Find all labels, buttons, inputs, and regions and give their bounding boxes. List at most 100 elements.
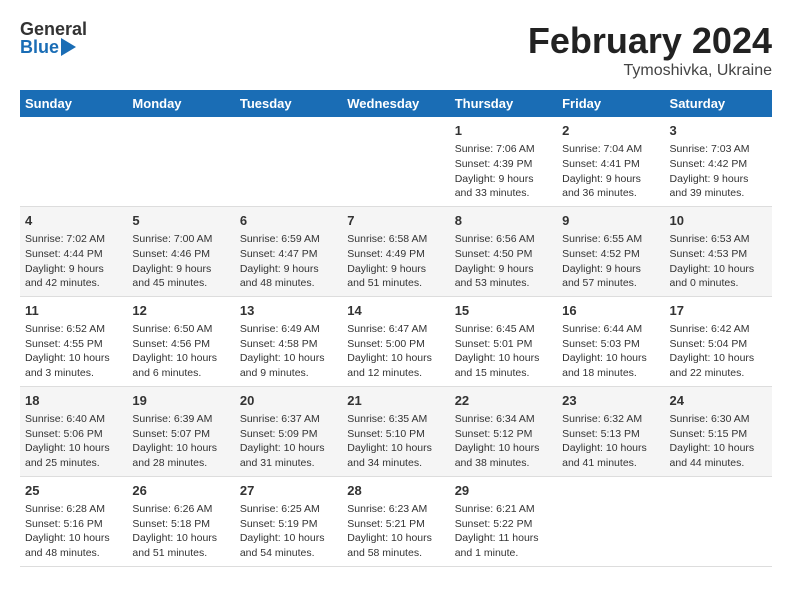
calendar-cell: 2 Sunrise: 7:04 AMSunset: 4:41 PMDaylight… — [557, 117, 664, 206]
calendar-table: SundayMondayTuesdayWednesdayThursdayFrid… — [20, 90, 772, 567]
day-number: 24 — [670, 392, 767, 410]
calendar-cell: 18 Sunrise: 6:40 AMSunset: 5:06 PMDayligh… — [20, 386, 127, 476]
day-number: 14 — [347, 302, 444, 320]
calendar-title: February 2024 — [528, 20, 772, 62]
day-info: Sunrise: 6:35 AMSunset: 5:10 PMDaylight:… — [347, 412, 444, 471]
day-info: Sunrise: 6:32 AMSunset: 5:13 PMDaylight:… — [562, 412, 659, 471]
day-number: 12 — [132, 302, 229, 320]
calendar-cell: 23Sunrise: 6:32 AMSunset: 5:13 PMDayligh… — [557, 386, 664, 476]
week-row-1: 4 Sunrise: 7:02 AMSunset: 4:44 PMDaylight… — [20, 206, 772, 296]
day-info: Sunrise: 6:25 AMSunset: 5:19 PMDaylight:… — [240, 502, 337, 561]
calendar-cell: 12Sunrise: 6:50 AMSunset: 4:56 PMDayligh… — [127, 296, 234, 386]
calendar-cell — [342, 117, 449, 206]
day-info: Sunrise: 7:03 AMSunset: 4:42 PMDaylight:… — [670, 142, 767, 201]
day-number: 17 — [670, 302, 767, 320]
logo-blue-text: Blue — [20, 38, 59, 56]
logo-general-text: General — [20, 20, 87, 38]
day-info: Sunrise: 6:28 AMSunset: 5:16 PMDaylight:… — [25, 502, 122, 561]
day-info: Sunrise: 6:52 AMSunset: 4:55 PMDaylight:… — [25, 322, 122, 381]
header-wednesday: Wednesday — [342, 90, 449, 117]
calendar-cell: 9Sunrise: 6:55 AMSunset: 4:52 PMDaylight… — [557, 206, 664, 296]
day-info: Sunrise: 6:59 AMSunset: 4:47 PMDaylight:… — [240, 232, 337, 291]
day-number: 2 — [562, 122, 659, 140]
day-info: Sunrise: 6:39 AMSunset: 5:07 PMDaylight:… — [132, 412, 229, 471]
day-info: Sunrise: 7:04 AMSunset: 4:41 PMDaylight:… — [562, 142, 659, 201]
calendar-cell: 21 Sunrise: 6:35 AMSunset: 5:10 PMDayligh… — [342, 386, 449, 476]
calendar-cell: 10 Sunrise: 6:53 AMSunset: 4:53 PMDayligh… — [665, 206, 772, 296]
day-number: 27 — [240, 482, 337, 500]
day-info: Sunrise: 6:47 AMSunset: 5:00 PMDaylight:… — [347, 322, 444, 381]
day-info: Sunrise: 6:49 AMSunset: 4:58 PMDaylight:… — [240, 322, 337, 381]
calendar-cell: 13 Sunrise: 6:49 AMSunset: 4:58 PMDayligh… — [235, 296, 342, 386]
day-number: 22 — [455, 392, 552, 410]
day-number: 15 — [455, 302, 552, 320]
day-info: Sunrise: 6:40 AMSunset: 5:06 PMDaylight:… — [25, 412, 122, 471]
calendar-cell — [127, 117, 234, 206]
calendar-cell: 3 Sunrise: 7:03 AMSunset: 4:42 PMDaylight… — [665, 117, 772, 206]
day-number: 13 — [240, 302, 337, 320]
calendar-cell: 16Sunrise: 6:44 AMSunset: 5:03 PMDayligh… — [557, 296, 664, 386]
calendar-cell: 25 Sunrise: 6:28 AMSunset: 5:16 PMDayligh… — [20, 476, 127, 566]
calendar-cell: 1 Sunrise: 7:06 AMSunset: 4:39 PMDaylight… — [450, 117, 557, 206]
header-friday: Friday — [557, 90, 664, 117]
calendar-cell: 5 Sunrise: 7:00 AMSunset: 4:46 PMDaylight… — [127, 206, 234, 296]
week-row-2: 11 Sunrise: 6:52 AMSunset: 4:55 PMDayligh… — [20, 296, 772, 386]
header-saturday: Saturday — [665, 90, 772, 117]
calendar-cell: 27 Sunrise: 6:25 AMSunset: 5:19 PMDayligh… — [235, 476, 342, 566]
title-block: February 2024 Tymoshivka, Ukraine — [528, 20, 772, 80]
header-sunday: Sunday — [20, 90, 127, 117]
calendar-cell: 8Sunrise: 6:56 AMSunset: 4:50 PMDaylight… — [450, 206, 557, 296]
calendar-cell — [665, 476, 772, 566]
calendar-cell: 26 Sunrise: 6:26 AMSunset: 5:18 PMDayligh… — [127, 476, 234, 566]
calendar-cell: 19 Sunrise: 6:39 AMSunset: 5:07 PMDayligh… — [127, 386, 234, 476]
calendar-cell: 14 Sunrise: 6:47 AMSunset: 5:00 PMDayligh… — [342, 296, 449, 386]
day-number: 7 — [347, 212, 444, 230]
day-info: Sunrise: 6:21 AMSunset: 5:22 PMDaylight:… — [455, 502, 552, 561]
day-number: 28 — [347, 482, 444, 500]
page-header: General Blue February 2024 Tymoshivka, U… — [20, 20, 772, 80]
logo: General Blue — [20, 20, 87, 56]
day-number: 26 — [132, 482, 229, 500]
calendar-cell: 29Sunrise: 6:21 AMSunset: 5:22 PMDayligh… — [450, 476, 557, 566]
day-number: 10 — [670, 212, 767, 230]
calendar-cell: 11 Sunrise: 6:52 AMSunset: 4:55 PMDayligh… — [20, 296, 127, 386]
header-thursday: Thursday — [450, 90, 557, 117]
day-number: 4 — [25, 212, 122, 230]
day-number: 1 — [455, 122, 552, 140]
day-info: Sunrise: 6:30 AMSunset: 5:15 PMDaylight:… — [670, 412, 767, 471]
day-info: Sunrise: 7:06 AMSunset: 4:39 PMDaylight:… — [455, 142, 552, 201]
calendar-cell: 4 Sunrise: 7:02 AMSunset: 4:44 PMDaylight… — [20, 206, 127, 296]
week-row-0: 1 Sunrise: 7:06 AMSunset: 4:39 PMDaylight… — [20, 117, 772, 206]
day-number: 20 — [240, 392, 337, 410]
week-row-4: 25 Sunrise: 6:28 AMSunset: 5:16 PMDayligh… — [20, 476, 772, 566]
calendar-cell — [557, 476, 664, 566]
calendar-header-row: SundayMondayTuesdayWednesdayThursdayFrid… — [20, 90, 772, 117]
week-row-3: 18 Sunrise: 6:40 AMSunset: 5:06 PMDayligh… — [20, 386, 772, 476]
calendar-cell: 20Sunrise: 6:37 AMSunset: 5:09 PMDayligh… — [235, 386, 342, 476]
day-number: 21 — [347, 392, 444, 410]
day-info: Sunrise: 6:53 AMSunset: 4:53 PMDaylight:… — [670, 232, 767, 291]
day-number: 25 — [25, 482, 122, 500]
day-number: 6 — [240, 212, 337, 230]
day-info: Sunrise: 7:02 AMSunset: 4:44 PMDaylight:… — [25, 232, 122, 291]
calendar-cell — [20, 117, 127, 206]
day-info: Sunrise: 6:23 AMSunset: 5:21 PMDaylight:… — [347, 502, 444, 561]
day-info: Sunrise: 6:26 AMSunset: 5:18 PMDaylight:… — [132, 502, 229, 561]
day-number: 8 — [455, 212, 552, 230]
day-number: 11 — [25, 302, 122, 320]
day-number: 9 — [562, 212, 659, 230]
calendar-cell: 24 Sunrise: 6:30 AMSunset: 5:15 PMDayligh… — [665, 386, 772, 476]
calendar-cell: 15 Sunrise: 6:45 AMSunset: 5:01 PMDayligh… — [450, 296, 557, 386]
day-number: 18 — [25, 392, 122, 410]
day-info: Sunrise: 6:45 AMSunset: 5:01 PMDaylight:… — [455, 322, 552, 381]
day-number: 19 — [132, 392, 229, 410]
day-info: Sunrise: 7:00 AMSunset: 4:46 PMDaylight:… — [132, 232, 229, 291]
day-number: 5 — [132, 212, 229, 230]
header-tuesday: Tuesday — [235, 90, 342, 117]
day-info: Sunrise: 6:44 AMSunset: 5:03 PMDaylight:… — [562, 322, 659, 381]
calendar-subtitle: Tymoshivka, Ukraine — [528, 62, 772, 80]
calendar-cell: 22 Sunrise: 6:34 AMSunset: 5:12 PMDayligh… — [450, 386, 557, 476]
header-monday: Monday — [127, 90, 234, 117]
day-info: Sunrise: 6:34 AMSunset: 5:12 PMDaylight:… — [455, 412, 552, 471]
day-number: 3 — [670, 122, 767, 140]
